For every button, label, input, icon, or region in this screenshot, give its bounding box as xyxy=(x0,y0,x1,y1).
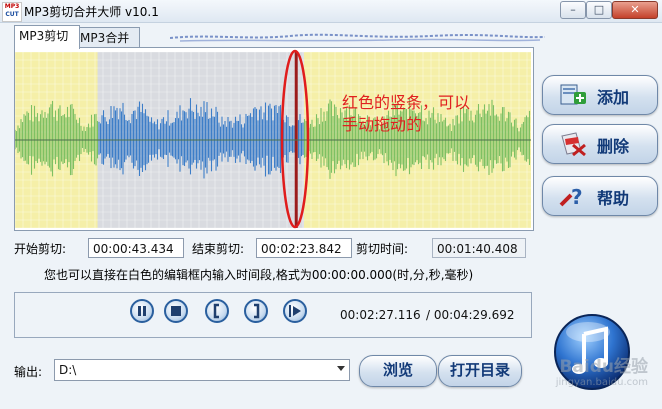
stop-button[interactable] xyxy=(164,299,188,323)
window-title: MP3剪切合并大师 v10.1 xyxy=(24,5,159,19)
minimize-button[interactable]: – xyxy=(560,1,586,19)
bracket-right-icon xyxy=(254,303,260,319)
help-button-label: 帮助 xyxy=(597,189,630,208)
delete-button[interactable]: 删除 xyxy=(542,124,658,164)
delete-icon xyxy=(561,132,586,157)
cut-duration-label: 剪切时间: xyxy=(356,242,409,256)
tab-mp3-merge[interactable]: MP3合并 xyxy=(75,27,140,48)
open-directory-button[interactable]: 打开目录 xyxy=(438,355,522,387)
delete-button-label: 删除 xyxy=(597,137,630,156)
set-start-button[interactable] xyxy=(205,299,229,323)
browse-button[interactable]: 浏览 xyxy=(359,355,437,387)
add-file-icon xyxy=(560,84,586,105)
start-cut-label: 开始剪切: xyxy=(14,242,67,256)
current-time: 00:02:27.116 xyxy=(340,308,421,322)
red-ellipse-annotation xyxy=(280,49,310,229)
play-selection-icon xyxy=(289,305,301,317)
output-path-value: D:\ xyxy=(59,363,77,377)
close-button[interactable]: ✕ xyxy=(612,1,658,19)
app-logo-text-bottom: CUT xyxy=(5,11,19,18)
app-logo-icon: MP3 CUT xyxy=(2,2,22,22)
output-label: 输出: xyxy=(14,365,43,379)
time-format-hint: 您也可以直接在白色的编辑框内输入时间段,格式为00:00:00.000(时,分,… xyxy=(44,268,474,282)
pause-icon xyxy=(138,306,146,316)
annotation-note: 红色的竖条，可以 手动拖动的 xyxy=(342,92,492,136)
start-time-input[interactable]: 00:00:43.434 xyxy=(88,238,184,258)
watermark-brand: Baidu经验 xyxy=(559,357,648,377)
play-selection-button[interactable] xyxy=(283,299,307,323)
help-button[interactable]: ? 帮助 xyxy=(542,176,658,216)
end-cut-label: 结束剪切: xyxy=(192,242,245,256)
end-time-input[interactable]: 00:02:23.842 xyxy=(256,238,352,258)
watermark-url: jingyan.baidu.com xyxy=(555,377,648,388)
waveform-display[interactable] xyxy=(15,52,531,228)
svg-text:?: ? xyxy=(571,185,583,209)
set-end-button[interactable] xyxy=(244,299,268,323)
bracket-left-icon xyxy=(213,303,219,319)
maximize-button[interactable]: □ xyxy=(586,1,612,19)
add-button-label: 添加 xyxy=(597,88,630,107)
total-time: / 00:04:29.692 xyxy=(426,308,515,322)
pause-button[interactable] xyxy=(130,299,154,323)
output-path-select[interactable]: D:\ xyxy=(54,359,350,381)
redacted-scribble xyxy=(170,33,545,42)
tab-mp3-cut[interactable]: MP3剪切 xyxy=(14,25,80,49)
chevron-down-icon[interactable] xyxy=(337,366,345,371)
annotation-line-1: 红色的竖条，可以 xyxy=(342,93,471,112)
annotation-line-2: 手动拖动的 xyxy=(342,115,423,134)
add-button[interactable]: 添加 xyxy=(542,75,658,115)
app-logo-text-top: MP3 xyxy=(4,3,20,10)
help-icon: ? xyxy=(559,185,583,209)
baidu-watermark: Baidu经验 jingyan.baidu.com xyxy=(518,352,658,400)
cut-duration-value: 00:01:40.408 xyxy=(432,238,526,258)
stop-icon xyxy=(171,306,181,316)
